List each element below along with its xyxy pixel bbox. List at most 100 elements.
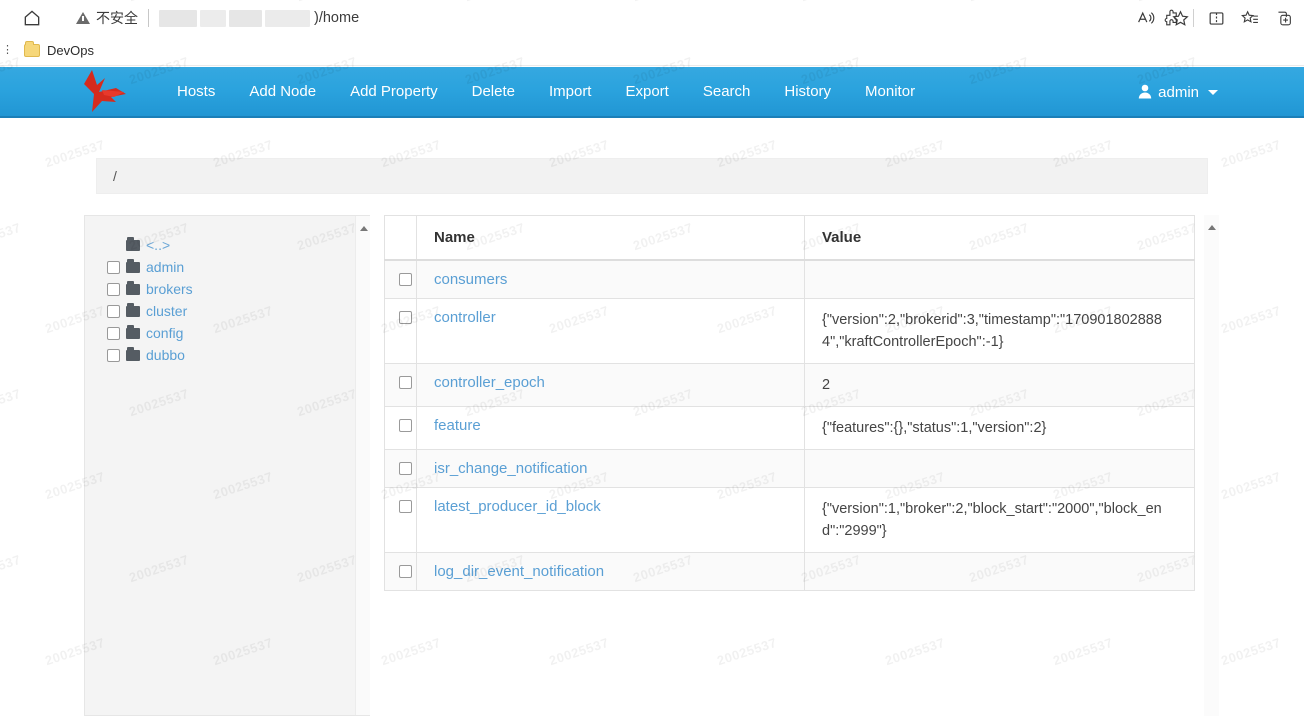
node-name-link[interactable]: log_dir_event_notification	[434, 563, 604, 580]
user-menu[interactable]: admin	[1138, 67, 1218, 118]
nav-hosts[interactable]: Hosts	[160, 66, 232, 117]
node-name-link[interactable]: controller_epoch	[434, 374, 545, 391]
collections-icon[interactable]	[1234, 4, 1266, 32]
bookmarks-bar: ⋮ DevOps	[0, 36, 1304, 66]
row-name-cell[interactable]: controller_epoch	[416, 363, 805, 407]
node-table-wrapper: Name Value consumers controller {"versio…	[384, 215, 1195, 695]
add-tab-group-icon[interactable]	[1268, 4, 1300, 32]
node-name-link[interactable]: controller	[434, 309, 496, 326]
row-value-cell: {"features":{},"status":1,"version":2}	[804, 406, 1195, 450]
tree-item-label[interactable]: <..>	[146, 237, 170, 253]
row-checkbox[interactable]	[399, 565, 412, 578]
row-name-cell[interactable]: isr_change_notification	[416, 449, 805, 488]
url-visible-tail: )/home	[314, 10, 360, 26]
row-checkbox[interactable]	[399, 311, 412, 324]
tree-item-dubbo[interactable]: dubbo	[107, 344, 370, 366]
nav-history[interactable]: History	[767, 66, 848, 117]
bookmarks-overflow-icon[interactable]: ⋮	[2, 45, 13, 56]
node-tree-panel: <..> admin brokers cluster config dubbo	[84, 215, 370, 716]
folder-icon	[126, 236, 140, 251]
url-redacted-segment	[265, 9, 310, 27]
table-row[interactable]: consumers	[384, 259, 1195, 299]
url-redacted-segment	[229, 9, 262, 27]
row-name-cell[interactable]: feature	[416, 406, 805, 450]
table-row[interactable]: controller_epoch 2	[384, 363, 1195, 407]
table-row[interactable]: controller {"version":2,"brokerid":3,"ti…	[384, 298, 1195, 364]
url-text[interactable]: )/home	[159, 8, 359, 28]
row-name-cell[interactable]: consumers	[416, 259, 805, 299]
row-value-cell	[804, 259, 1195, 299]
nav-add-node[interactable]: Add Node	[232, 66, 333, 117]
tree-scrollbar[interactable]	[355, 216, 370, 715]
red-bird-logo[interactable]	[78, 66, 154, 117]
app-navbar: Hosts Add Node Add Property Delete Impor…	[0, 67, 1304, 118]
table-row[interactable]: feature {"features":{},"status":1,"versi…	[384, 406, 1195, 450]
nav-export[interactable]: Export	[608, 66, 685, 117]
tree-item-label[interactable]: admin	[146, 259, 184, 275]
url-redacted-segment	[200, 9, 226, 27]
node-name-link[interactable]: latest_producer_id_block	[434, 498, 601, 515]
chevron-down-icon	[1208, 90, 1218, 95]
bookmark-devops[interactable]: DevOps	[18, 40, 100, 61]
tree-checkbox[interactable]	[107, 282, 120, 296]
row-select-cell[interactable]	[384, 449, 417, 488]
nav-links: Hosts Add Node Add Property Delete Impor…	[160, 66, 932, 117]
tree-item-updir[interactable]: <..>	[107, 234, 370, 256]
row-name-cell[interactable]: controller	[416, 298, 805, 364]
row-checkbox[interactable]	[399, 500, 412, 513]
row-checkbox[interactable]	[399, 419, 412, 432]
tree-checkbox[interactable]	[107, 326, 120, 340]
nav-monitor[interactable]: Monitor	[848, 66, 932, 117]
tree-item-config[interactable]: config	[107, 322, 370, 344]
row-checkbox[interactable]	[399, 376, 412, 389]
row-select-cell[interactable]	[384, 487, 417, 553]
node-tree-list: <..> admin brokers cluster config dubbo	[85, 216, 370, 366]
scroll-up-icon[interactable]	[1208, 225, 1216, 230]
tree-item-label[interactable]: brokers	[146, 281, 193, 297]
row-select-cell[interactable]	[384, 259, 417, 299]
row-checkbox[interactable]	[399, 462, 412, 475]
user-label: admin	[1158, 84, 1199, 101]
table-row[interactable]: log_dir_event_notification	[384, 552, 1195, 591]
row-select-cell[interactable]	[384, 552, 417, 591]
split-screen-icon[interactable]	[1200, 4, 1232, 32]
path-breadcrumb[interactable]: /	[96, 158, 1208, 194]
security-warning[interactable]: 不安全	[76, 8, 138, 28]
th-select	[384, 215, 417, 261]
nav-delete[interactable]: Delete	[455, 66, 532, 117]
tree-item-label[interactable]: dubbo	[146, 347, 185, 363]
tree-item-label[interactable]: config	[146, 325, 183, 341]
bookmark-label: DevOps	[47, 43, 94, 58]
address-bar[interactable]: 不安全 )/home	[62, 3, 1202, 33]
row-name-cell[interactable]: log_dir_event_notification	[416, 552, 805, 591]
tree-checkbox[interactable]	[107, 304, 120, 318]
nav-import[interactable]: Import	[532, 66, 609, 117]
node-name-link[interactable]: isr_change_notification	[434, 460, 587, 477]
row-value-cell: 2	[804, 363, 1195, 407]
row-checkbox[interactable]	[399, 273, 412, 286]
tree-checkbox[interactable]	[107, 260, 120, 274]
scroll-up-icon[interactable]	[360, 226, 368, 231]
table-row[interactable]: latest_producer_id_block {"version":1,"b…	[384, 487, 1195, 553]
row-name-cell[interactable]: latest_producer_id_block	[416, 487, 805, 553]
toolbar-divider	[1193, 9, 1194, 27]
node-name-link[interactable]: feature	[434, 417, 481, 434]
content-scrollbar[interactable]	[1204, 215, 1219, 716]
nav-add-property[interactable]: Add Property	[333, 66, 455, 117]
home-icon[interactable]	[14, 4, 50, 32]
extensions-icon[interactable]	[1155, 4, 1187, 32]
nav-search[interactable]: Search	[686, 66, 768, 117]
row-select-cell[interactable]	[384, 406, 417, 450]
path-value: /	[113, 168, 117, 184]
row-select-cell[interactable]	[384, 298, 417, 364]
row-select-cell[interactable]	[384, 363, 417, 407]
tree-item-admin[interactable]: admin	[107, 256, 370, 278]
table-header-row: Name Value	[384, 215, 1195, 261]
node-name-link[interactable]: consumers	[434, 271, 507, 288]
th-value: Value	[804, 215, 1195, 261]
tree-item-brokers[interactable]: brokers	[107, 278, 370, 300]
tree-item-label[interactable]: cluster	[146, 303, 187, 319]
tree-checkbox[interactable]	[107, 348, 120, 362]
table-row[interactable]: isr_change_notification	[384, 449, 1195, 488]
tree-item-cluster[interactable]: cluster	[107, 300, 370, 322]
